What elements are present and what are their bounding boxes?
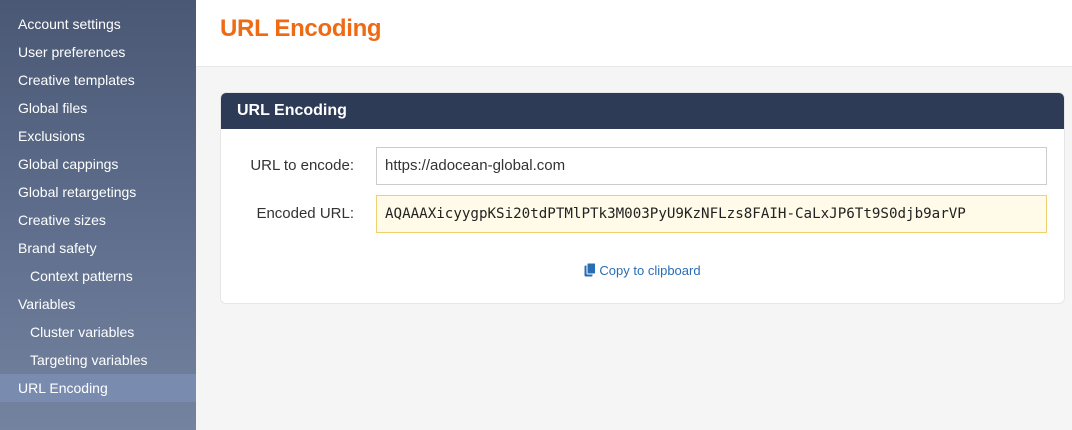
sidebar-item-targeting-variables[interactable]: Targeting variables: [0, 346, 196, 374]
sidebar-item-global-cappings[interactable]: Global cappings: [0, 150, 196, 178]
url-label: URL to encode:: [250, 157, 354, 174]
copy-icon: [584, 262, 597, 277]
copy-label: Copy to clipboard: [599, 263, 701, 278]
sidebar-item-exclusions[interactable]: Exclusions: [0, 122, 196, 150]
sidebar-item-global-retargetings[interactable]: Global retargetings: [0, 178, 196, 206]
sidebar-item-creative-templates[interactable]: Creative templates: [0, 66, 196, 94]
sidebar-item-creative-sizes[interactable]: Creative sizes: [0, 206, 196, 234]
sidebar-item-global-files[interactable]: Global files: [0, 94, 196, 122]
copy-to-clipboard-link[interactable]: Copy to clipboard: [221, 262, 1064, 278]
sidebar-item-brand-safety[interactable]: Brand safety: [0, 234, 196, 262]
sidebar-item-cluster-variables[interactable]: Cluster variables: [0, 318, 196, 346]
sidebar-item-variables[interactable]: Variables: [0, 290, 196, 318]
page-title: URL Encoding: [220, 15, 382, 42]
sidebar-item-account-settings[interactable]: Account settings: [0, 10, 196, 38]
page-header: URL Encoding: [196, 0, 1072, 67]
panel-title: URL Encoding: [221, 93, 1064, 129]
sidebar-item-url-encoding[interactable]: URL Encoding: [0, 374, 196, 402]
main-content: URL Encoding URL Encoding URL to encode:…: [196, 0, 1072, 430]
url-row: URL to encode: https://adocean-global.co…: [221, 147, 1064, 185]
encoded-label: Encoded URL:: [256, 205, 354, 222]
url-encoding-panel: URL Encoding URL to encode: https://adoc…: [220, 92, 1065, 304]
url-input[interactable]: https://adocean-global.com: [376, 147, 1047, 185]
sidebar: Account settings User preferences Creati…: [0, 0, 196, 430]
encoded-url-field[interactable]: AQAAAXicyygpKSi20tdPTMlPTk3M003PyU9KzNFL…: [376, 195, 1047, 233]
sidebar-item-user-preferences[interactable]: User preferences: [0, 38, 196, 66]
encoded-row: Encoded URL: AQAAAXicyygpKSi20tdPTMlPTk3…: [221, 195, 1064, 233]
sidebar-item-context-patterns[interactable]: Context patterns: [0, 262, 196, 290]
